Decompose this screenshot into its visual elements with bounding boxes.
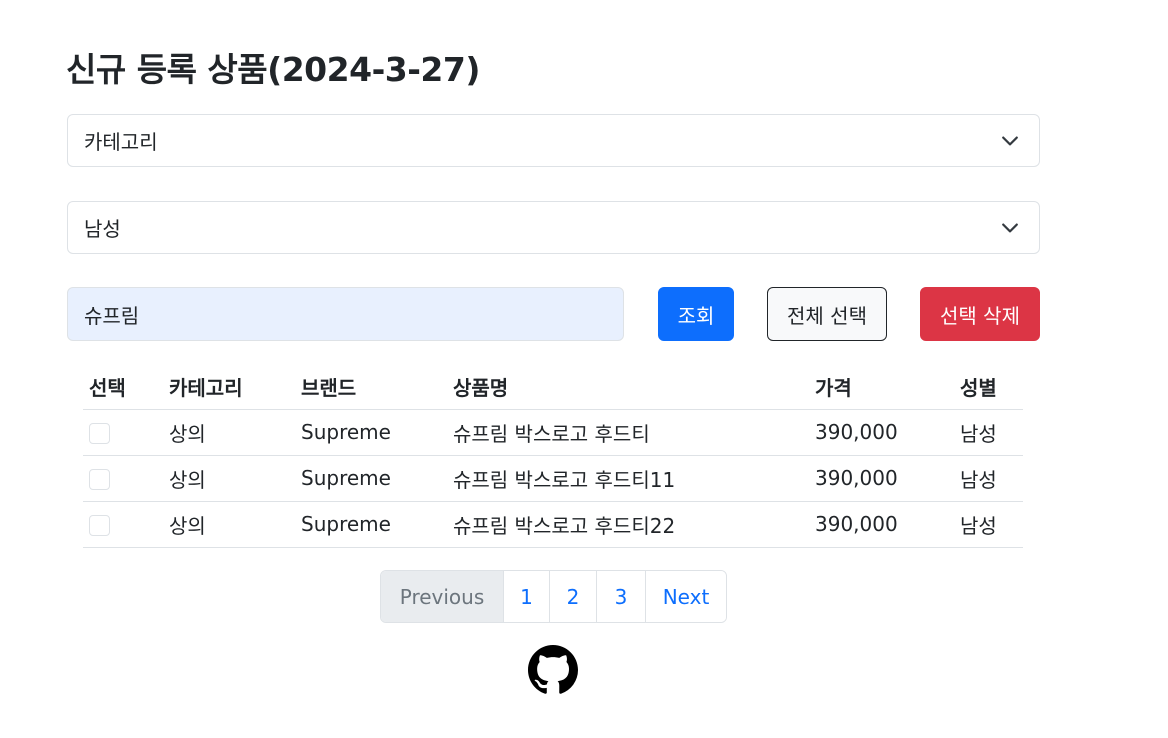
header-name: 상품명 [447,364,809,410]
header-brand: 브랜드 [295,364,447,410]
gender-select-value: 남성 [84,217,121,241]
price-cell: 390,000 [809,455,954,502]
select-cell [83,409,163,456]
products-table: 선택 카테고리 브랜드 상품명 가격 성별 상의 Supreme 슈프림 박스로… [83,364,1023,548]
category-cell: 상의 [163,455,295,502]
select-cell [83,501,163,548]
chevron-down-icon [1002,223,1018,232]
row-checkbox[interactable] [89,469,110,490]
row-checkbox[interactable] [89,515,110,536]
price-cell: 390,000 [809,501,954,548]
page-title: 신규 등록 상품(2024-3-27) [66,50,480,89]
search-button[interactable]: 조회 [658,287,734,341]
pagination-previous: Previous [381,571,503,622]
category-cell: 상의 [163,409,295,456]
table-header-row: 선택 카테고리 브랜드 상품명 가격 성별 [83,364,1023,410]
delete-selected-button[interactable]: 선택 삭제 [920,287,1040,341]
header-select: 선택 [83,364,163,410]
github-icon[interactable] [528,645,578,695]
gender-cell: 남성 [954,409,1023,456]
pagination-page-2[interactable]: 2 [549,571,596,622]
pagination-page-3[interactable]: 3 [596,571,645,622]
category-cell: 상의 [163,501,295,548]
category-select[interactable]: 카테고리 [67,114,1040,167]
pagination-page-1[interactable]: 1 [503,571,549,622]
row-checkbox[interactable] [89,423,110,444]
brand-cell: Supreme [295,501,447,548]
brand-cell: Supreme [295,409,447,456]
name-cell: 슈프림 박스로고 후드티 [447,409,809,456]
category-select-value: 카테고리 [84,130,158,154]
name-cell: 슈프림 박스로고 후드티22 [447,501,809,548]
gender-cell: 남성 [954,455,1023,502]
header-price: 가격 [809,364,954,410]
table-row: 상의 Supreme 슈프림 박스로고 후드티22 390,000 남성 [83,501,1023,548]
chevron-down-icon [1002,136,1018,145]
price-cell: 390,000 [809,409,954,456]
gender-cell: 남성 [954,501,1023,548]
header-gender: 성별 [954,364,1023,410]
table-row: 상의 Supreme 슈프림 박스로고 후드티11 390,000 남성 [83,455,1023,502]
header-category: 카테고리 [163,364,295,410]
search-input[interactable] [67,287,624,341]
brand-cell: Supreme [295,455,447,502]
select-all-button[interactable]: 전체 선택 [767,287,887,341]
pagination-next[interactable]: Next [645,571,726,622]
name-cell: 슈프림 박스로고 후드티11 [447,455,809,502]
gender-select[interactable]: 남성 [67,201,1040,254]
table-row: 상의 Supreme 슈프림 박스로고 후드티 390,000 남성 [83,409,1023,456]
select-cell [83,455,163,502]
pagination: Previous 1 2 3 Next [380,570,727,623]
